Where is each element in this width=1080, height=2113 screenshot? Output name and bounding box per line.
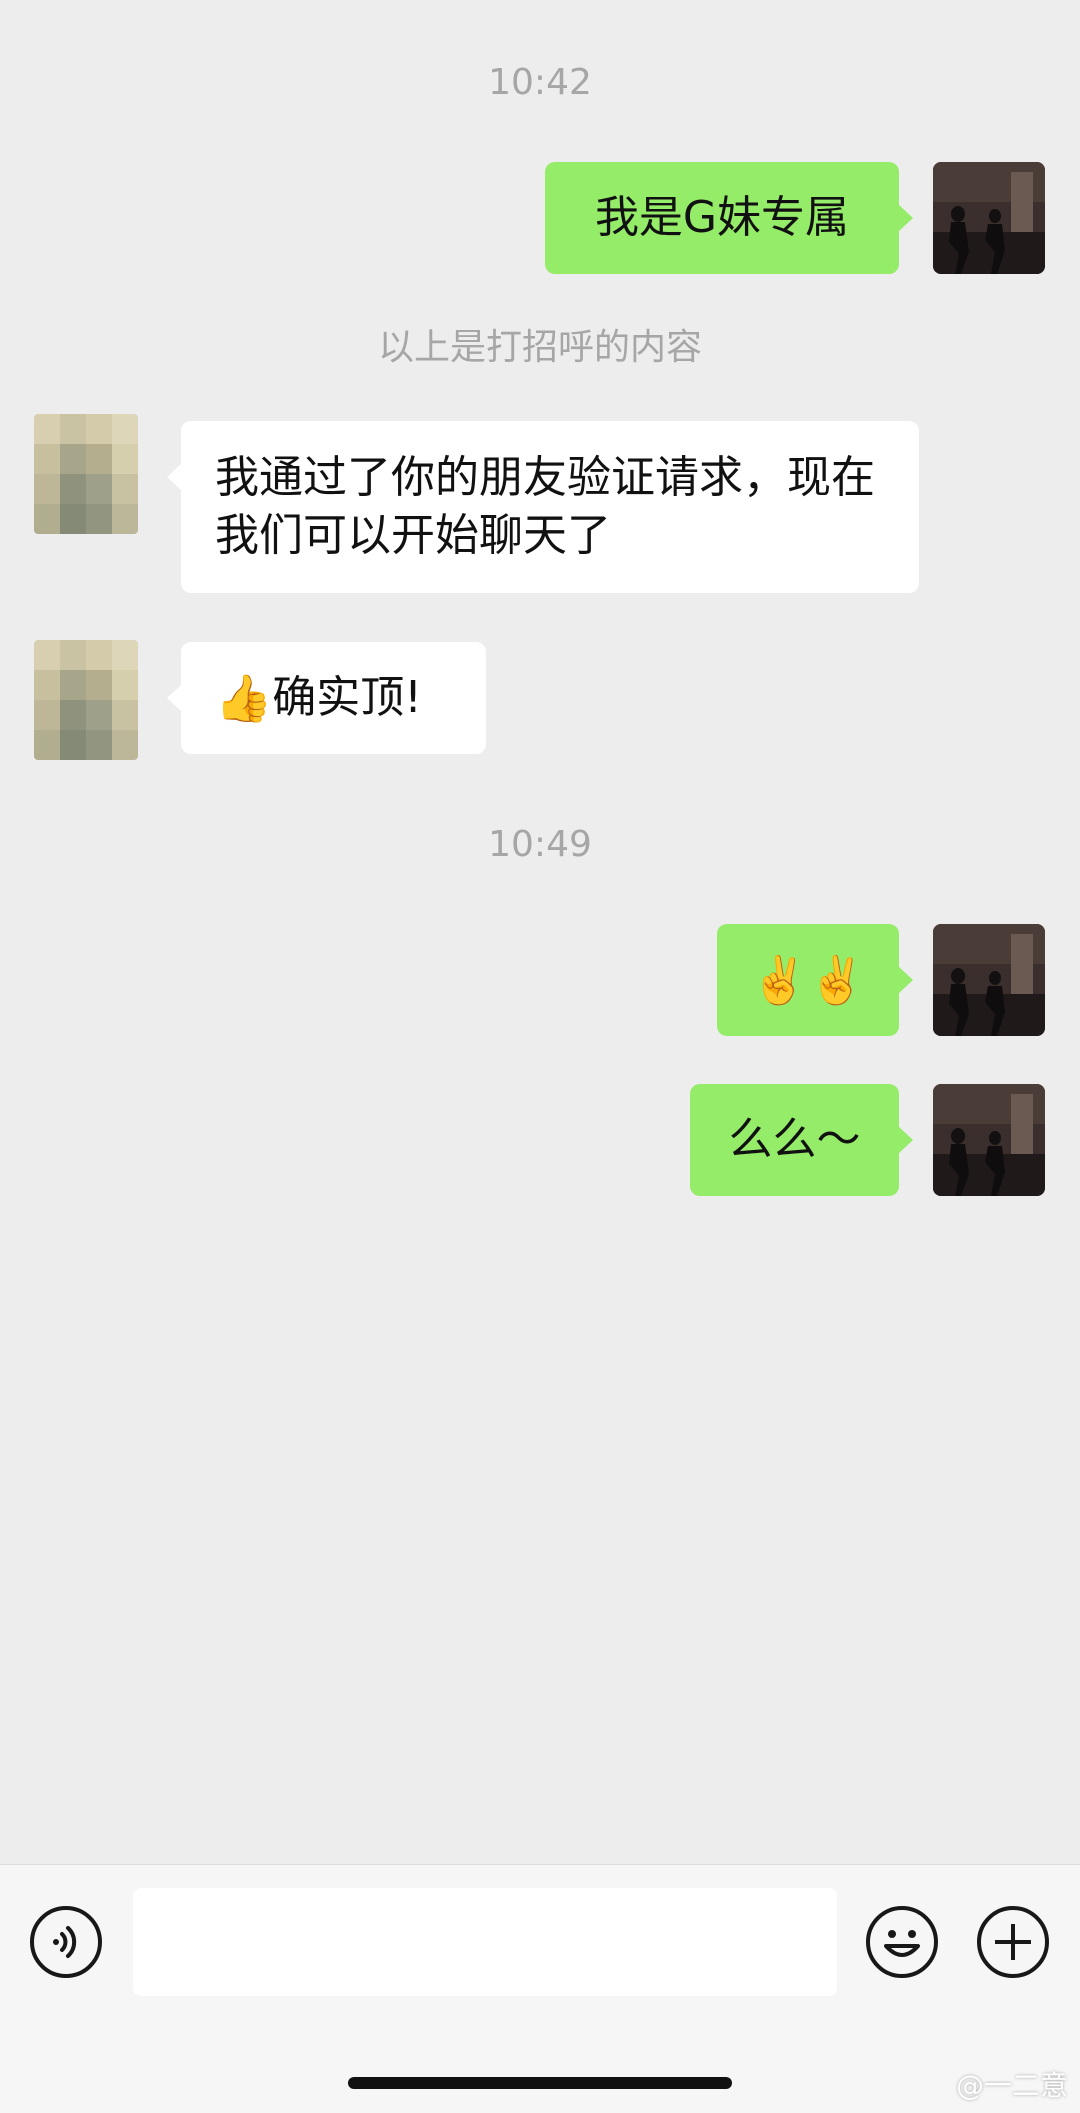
- message-text: 么么～: [728, 1114, 861, 1165]
- message-bubble-incoming[interactable]: 我通过了你的朋友验证请求，现在我们可以开始聊天了: [167, 421, 919, 593]
- timestamp: 10:42: [488, 62, 592, 103]
- message-bubble-outgoing[interactable]: 我是G妹专属: [545, 162, 913, 274]
- message-text: 我通过了你的朋友验证请求，现在我们可以开始聊天了: [215, 452, 875, 561]
- victory-hand-icon: ✌️✌️: [750, 953, 866, 1007]
- watermark: @一二意: [955, 2069, 1068, 2102]
- contact-avatar-pixelated[interactable]: [34, 414, 138, 534]
- my-avatar[interactable]: [933, 924, 1045, 1036]
- plus-icon[interactable]: [977, 1906, 1049, 1978]
- message-bubble-incoming[interactable]: 👍 确实顶!: [167, 642, 486, 754]
- smiley-icon[interactable]: [866, 1906, 938, 1978]
- contact-avatar-pixelated[interactable]: [34, 640, 138, 760]
- message-bubble-outgoing[interactable]: ✌️✌️: [717, 924, 913, 1036]
- my-avatar[interactable]: [933, 162, 1045, 274]
- message-text: 我是G妹专属: [594, 192, 850, 243]
- system-notice: 以上是打招呼的内容: [377, 327, 702, 368]
- voice-icon[interactable]: [30, 1906, 102, 1978]
- timestamp: 10:49: [488, 824, 592, 865]
- input-bar: [0, 1864, 1080, 2113]
- chat-area[interactable]: 10:42 我是G妹专属 以上是打招呼的内容 我通过了你的朋友验证请求，现在我们…: [0, 0, 1080, 1864]
- message-text: 确实顶!: [272, 672, 422, 723]
- thumbs-up-icon: 👍: [215, 671, 273, 725]
- message-input[interactable]: [133, 1888, 837, 1996]
- home-indicator[interactable]: [348, 2077, 732, 2089]
- message-bubble-outgoing[interactable]: 么么～: [690, 1084, 913, 1196]
- my-avatar[interactable]: [933, 1084, 1045, 1196]
